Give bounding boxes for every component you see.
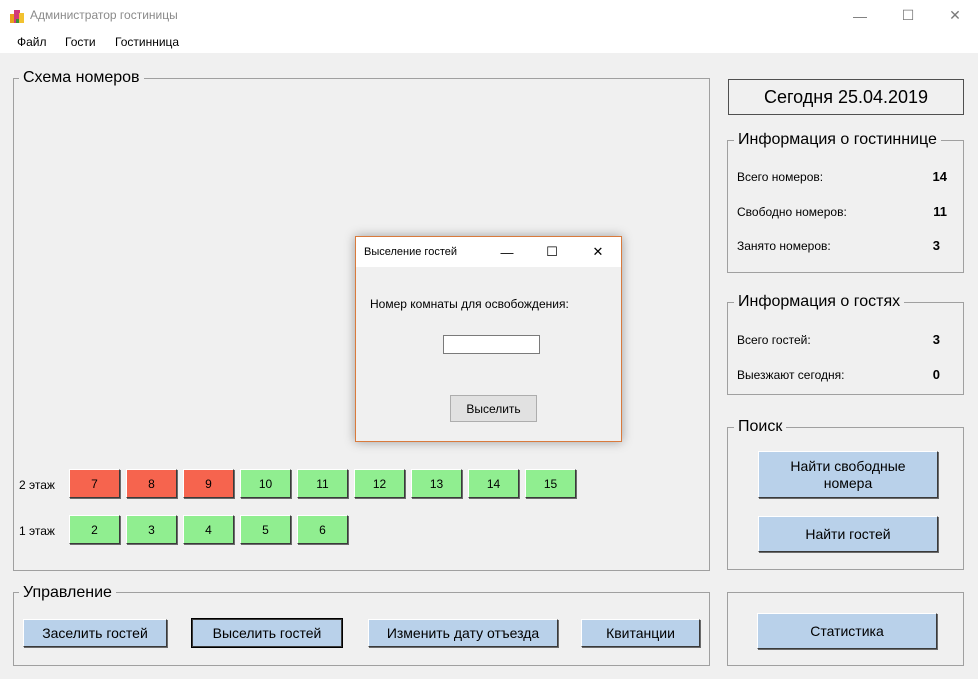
room-3-button[interactable]: 3: [126, 515, 177, 544]
room-7-button[interactable]: 7: [69, 469, 120, 498]
window-title: Администратор гостиницы: [30, 8, 178, 22]
room-number-prompt: Номер комнаты для освобождения:: [370, 297, 569, 311]
total-rooms-value: 14: [932, 169, 947, 184]
checkout-dialog: Выселение гостей — ☐ ✕ Номер комнаты для…: [355, 236, 622, 442]
change-departure-date-button[interactable]: Изменить дату отъезда: [368, 619, 558, 647]
room-14-button[interactable]: 14: [468, 469, 519, 498]
menu-guests[interactable]: Гости: [65, 35, 96, 49]
room-15-button[interactable]: 15: [525, 469, 576, 498]
room-number-input[interactable]: [443, 335, 540, 354]
find-guests-button[interactable]: Найти гостей: [758, 516, 938, 552]
management-title: Управление: [19, 584, 116, 602]
search-title: Поиск: [734, 418, 787, 436]
room-11-button[interactable]: 11: [297, 469, 348, 498]
guest-info-title: Информация о гостях: [734, 293, 905, 311]
dialog-minimize-button[interactable]: —: [484, 237, 530, 267]
dialog-close-button[interactable]: ✕: [575, 237, 621, 267]
dialog-title: Выселение гостей: [364, 246, 457, 258]
total-rooms-label: Всего номеров:: [737, 170, 824, 184]
close-button[interactable]: ✕: [932, 0, 978, 31]
statistics-button[interactable]: Статистика: [757, 613, 937, 649]
leaving-today-value: 0: [932, 367, 940, 382]
rooms-scheme-title: Схема номеров: [19, 69, 144, 87]
free-rooms-value: 11: [933, 204, 947, 219]
room-2-button[interactable]: 2: [69, 515, 120, 544]
find-free-rooms-button[interactable]: Найти свободные номера: [758, 451, 938, 498]
hotel-info-title: Информация о гостиннице: [734, 131, 941, 149]
today-date-display: Сегодня 25.04.2019: [728, 79, 964, 115]
room-8-button[interactable]: 8: [126, 469, 177, 498]
room-10-button[interactable]: 10: [240, 469, 291, 498]
floor-2-label: 2 этаж: [19, 478, 55, 492]
window-titlebar: Администратор гостиницы — ☐ ✕: [0, 0, 978, 31]
minimize-button[interactable]: —: [837, 0, 883, 31]
total-guests-label: Всего гостей:: [737, 333, 811, 347]
maximize-button[interactable]: ☐: [885, 0, 931, 31]
occupied-rooms-value: 3: [932, 238, 940, 253]
room-13-button[interactable]: 13: [411, 469, 462, 498]
room-12-button[interactable]: 12: [354, 469, 405, 498]
free-rooms-label: Свободно номеров:: [737, 205, 847, 219]
hotel-app-icon: [10, 10, 24, 23]
dialog-maximize-button[interactable]: ☐: [529, 237, 575, 267]
floor-1-label: 1 этаж: [19, 524, 55, 538]
leaving-today-label: Выезжают сегодня:: [737, 368, 845, 382]
checkout-guests-button[interactable]: Выселить гостей: [191, 618, 343, 648]
menu-bar: Файл Гости Гостинница: [0, 31, 978, 53]
room-5-button[interactable]: 5: [240, 515, 291, 544]
total-guests-value: 3: [932, 332, 940, 347]
dialog-titlebar: Выселение гостей — ☐ ✕: [356, 237, 621, 267]
occupied-rooms-label: Занято номеров:: [737, 239, 831, 253]
menu-file[interactable]: Файл: [17, 35, 47, 49]
checkin-guests-button[interactable]: Заселить гостей: [23, 619, 167, 647]
room-9-button[interactable]: 9: [183, 469, 234, 498]
menu-hotel[interactable]: Гостинница: [115, 35, 179, 49]
room-6-button[interactable]: 6: [297, 515, 348, 544]
dialog-checkout-button[interactable]: Выселить: [450, 395, 537, 422]
receipts-button[interactable]: Квитанции: [581, 619, 700, 647]
room-4-button[interactable]: 4: [183, 515, 234, 544]
